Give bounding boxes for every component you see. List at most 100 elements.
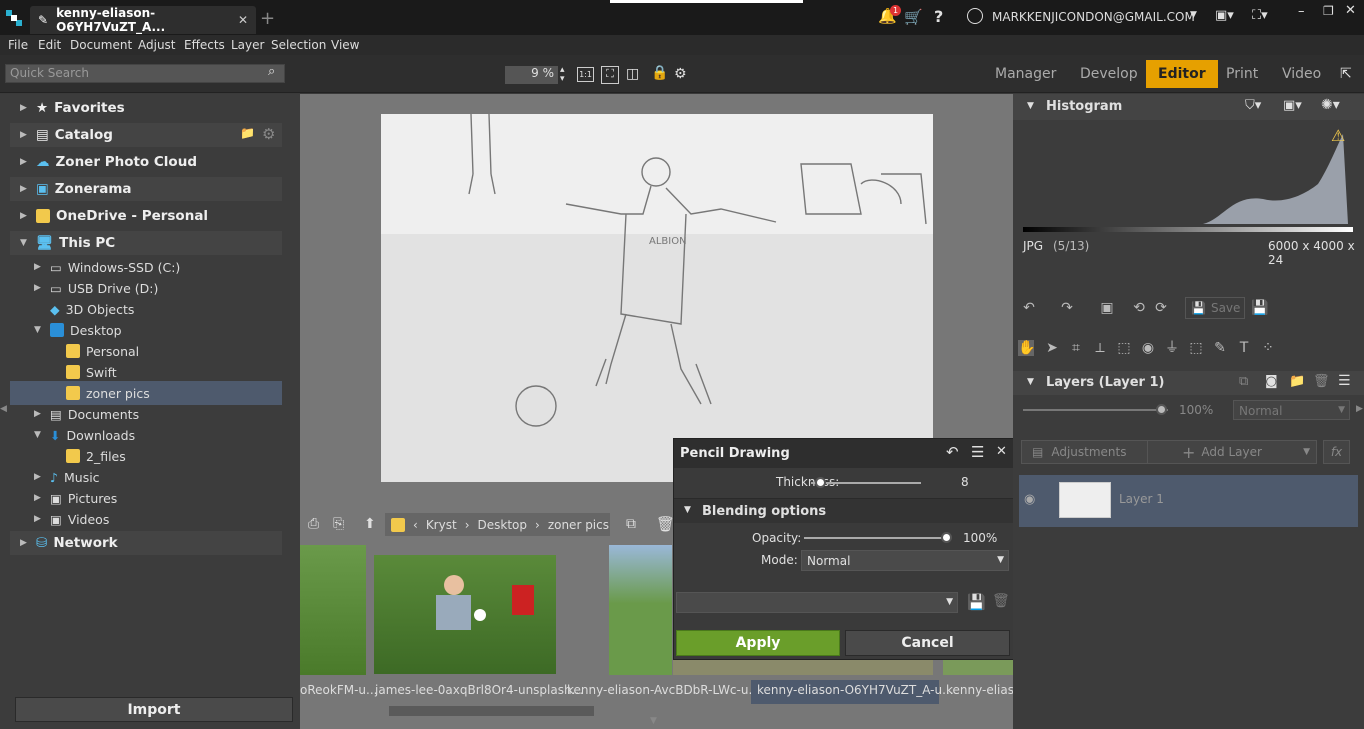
new-tab-icon[interactable]: + — [260, 8, 275, 29]
breadcrumb-zoner-pics[interactable]: zoner pics — [548, 518, 609, 532]
collapse-left-icon[interactable]: ◀ — [0, 404, 7, 414]
thickness-slider[interactable] — [811, 482, 921, 484]
redo-icon[interactable]: ↷ — [1059, 300, 1075, 316]
mode-select[interactable]: Normal ▼ — [801, 550, 1009, 571]
menu-document[interactable]: Document — [70, 38, 132, 52]
text-tool-icon[interactable]: T — [1236, 340, 1252, 356]
breadcrumb-desktop[interactable]: Desktop — [478, 518, 528, 532]
sync-icon[interactable]: ⧉ — [626, 516, 636, 532]
thumbnail-5[interactable] — [943, 660, 1013, 675]
menu-adjust[interactable]: Adjust — [138, 38, 176, 52]
search-icon[interactable]: ⌕ — [268, 64, 275, 79]
tree-zonerama[interactable]: ▶ ▣ Zonerama — [10, 177, 282, 201]
channel-icon[interactable]: ▣▾ — [1283, 98, 1302, 113]
thumbnail-4[interactable] — [673, 660, 933, 675]
clip-icon[interactable]: ⛉▾ — [1245, 98, 1261, 113]
stamp-tool-icon[interactable]: ⁘ — [1260, 340, 1276, 356]
thickness-value[interactable]: 8 — [961, 475, 969, 489]
opacity-slider[interactable] — [804, 537, 946, 539]
selection-tool-icon[interactable]: ⬚ — [1116, 340, 1132, 356]
undo-icon[interactable]: ↶ — [946, 443, 959, 461]
layers-header[interactable]: ▼ Layers (Layer 1) ⧉ ◙ 📁 🗑 ☰ — [1013, 371, 1364, 395]
account-name[interactable]: MARKKENJICONDON@GMAIL.COM — [992, 10, 1195, 24]
thumbnail-4-name[interactable]: kenny-eliason-O6YH7VuZT_A-u... — [757, 683, 954, 697]
undo-icon[interactable]: ↶ — [1021, 300, 1037, 316]
mask-icon[interactable]: ◙ — [1265, 374, 1278, 389]
histogram-header[interactable]: ▼ Histogram ⛉▾ ▣▾ ✺▾ — [1013, 94, 1364, 120]
thumbnail-3[interactable] — [609, 545, 672, 675]
layer-opacity-knob[interactable] — [1156, 404, 1167, 415]
fit-to-screen-icon[interactable]: ⛶ — [601, 66, 619, 84]
brightness-icon[interactable]: ✺▾ — [1321, 97, 1340, 113]
preset-select[interactable]: ▼ — [676, 592, 958, 613]
tab-manager[interactable]: Manager — [983, 60, 1068, 88]
zoom-field[interactable]: 9 % — [505, 66, 558, 84]
zoom-1to1-button[interactable]: 1:1 — [577, 67, 594, 82]
duplicate-layer-icon[interactable]: ⧉ — [1239, 374, 1248, 389]
menu-view[interactable]: View — [331, 38, 359, 52]
tree-this-pc[interactable]: ▼ 🖥 This PC — [10, 231, 282, 255]
display-icon[interactable]: ▣▾ — [1215, 8, 1234, 23]
thumbnail-1[interactable] — [300, 545, 366, 675]
external-window-icon[interactable]: ⇱ — [1340, 66, 1352, 82]
save-as-icon[interactable]: 💾 — [1251, 300, 1268, 316]
cancel-button[interactable]: Cancel — [845, 630, 1010, 656]
menu-selection[interactable]: Selection — [271, 38, 326, 52]
collapse-bottom-icon[interactable]: ▼ — [650, 716, 657, 726]
close-tab-icon[interactable]: ✕ — [238, 13, 248, 27]
up-folder-icon[interactable]: ⬆ — [364, 516, 376, 532]
opacity-value[interactable]: 100% — [963, 531, 997, 545]
folder-layer-icon[interactable]: 📁 — [1289, 374, 1305, 389]
copy-icon[interactable]: ⎘ — [333, 516, 344, 532]
tree-network[interactable]: ▶ ⛁ Network — [10, 531, 282, 555]
account-dropdown-icon[interactable]: ▼ — [1190, 10, 1197, 20]
menu-icon[interactable]: ☰ — [971, 443, 984, 461]
restore-icon[interactable]: ❐ — [1323, 4, 1334, 18]
thumbnail-2-name[interactable]: james-lee-0axqBrl8Or4-unsplash... — [375, 683, 583, 697]
visibility-icon[interactable]: ◉ — [1024, 492, 1035, 507]
eye-tool-icon[interactable]: ◉ — [1140, 340, 1156, 356]
tab-develop[interactable]: Develop — [1068, 60, 1150, 88]
help-icon[interactable]: ? — [934, 7, 943, 26]
collapse-right-icon[interactable]: ▶ — [1356, 404, 1363, 414]
thumbnail-1-name[interactable]: oReokFM-u... — [300, 683, 377, 697]
compare-icon[interactable]: ◫ — [626, 66, 639, 82]
tab-video[interactable]: Video — [1270, 60, 1333, 88]
tree-zoner-cloud[interactable]: ▶ ☁ Zoner Photo Cloud — [20, 150, 197, 174]
tab-print[interactable]: Print — [1214, 60, 1270, 88]
layer-mode-select[interactable]: Normal ▼ — [1233, 400, 1350, 420]
close-dialog-icon[interactable]: ✕ — [996, 444, 1007, 459]
minimize-icon[interactable]: – — [1298, 4, 1305, 19]
straighten-tool-icon[interactable]: ⟂ — [1092, 340, 1108, 356]
thumbnail-5-name[interactable]: kenny-eliaso — [946, 683, 1021, 697]
rotate-right-icon[interactable]: ⟳ — [1153, 300, 1169, 316]
main-photo[interactable]: ALBION — [381, 114, 933, 482]
adjustments-button[interactable]: ▤ Adjustments — [1021, 440, 1153, 464]
cart-icon[interactable]: 🛒 — [904, 8, 923, 26]
crop-tool-icon[interactable]: ⌗ — [1068, 340, 1084, 356]
lock-icon[interactable]: 🔒 — [651, 65, 668, 81]
brush-tool-icon[interactable]: ✎ — [1212, 340, 1228, 356]
thickness-slider-knob[interactable] — [814, 477, 826, 488]
transform-tool-icon[interactable]: ⬚ — [1188, 340, 1204, 356]
rotate-icon[interactable]: ⎙ — [308, 516, 319, 532]
image-icon[interactable]: ▣ — [1099, 300, 1115, 316]
gear-icon[interactable]: ⚙ — [262, 125, 275, 143]
rotate-left-icon[interactable]: ⟲ — [1131, 300, 1147, 316]
menu-file[interactable]: File — [8, 38, 28, 52]
menu-icon[interactable]: ☰ — [1338, 373, 1351, 389]
opacity-slider-knob[interactable] — [941, 532, 952, 543]
blending-header[interactable]: ▼ Blending options — [674, 498, 1013, 523]
layer-row[interactable]: ◉ Layer 1 — [1019, 475, 1358, 527]
save-preset-icon[interactable]: 💾 — [967, 593, 986, 611]
effects-fx-icon[interactable]: fx — [1323, 440, 1350, 464]
add-folder-icon[interactable]: 📁 — [240, 126, 255, 140]
apply-button[interactable]: Apply — [676, 630, 840, 656]
layer-opacity-value[interactable]: 100% — [1179, 403, 1213, 417]
warning-icon[interactable]: ⚠ — [1331, 126, 1345, 145]
delete-preset-icon[interactable]: 🗑 — [992, 593, 1010, 609]
thumbnail-2[interactable] — [374, 555, 556, 674]
tree-onedrive[interactable]: ▶ OneDrive - Personal — [20, 204, 208, 228]
pointer-tool-icon[interactable]: ➤ — [1044, 340, 1060, 356]
settings-icon[interactable]: ⚙ — [674, 66, 687, 82]
